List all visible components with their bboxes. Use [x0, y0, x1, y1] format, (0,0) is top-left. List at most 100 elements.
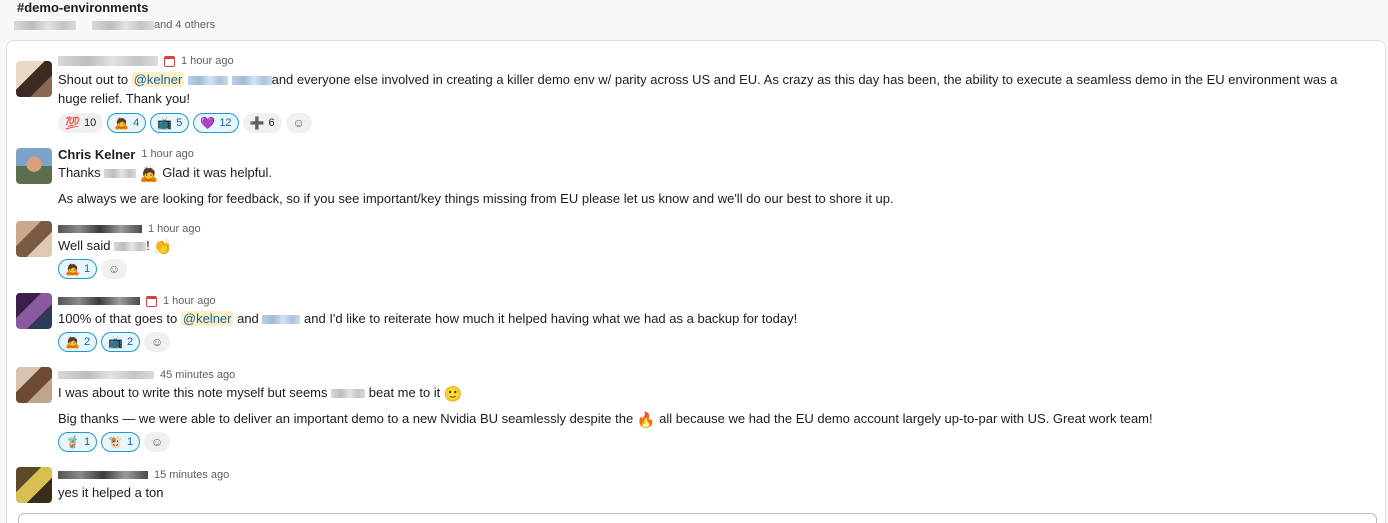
message-text: Thanks: [58, 165, 101, 180]
message: 1 hour ago 100% of that goes to @kelner …: [16, 293, 1376, 355]
author-name-redacted[interactable]: [58, 471, 148, 479]
reaction-count: 10: [83, 117, 97, 129]
reaction-pill[interactable]: 📺 2: [101, 332, 141, 352]
reaction-bar: 💯 10 🙇 4 📺 5 💜 12 ➕ 6 ☺: [58, 113, 312, 133]
reaction-bar: 🧋 1 🐮 1 ☺: [58, 432, 171, 452]
message-text: Well said: [58, 238, 115, 253]
reaction-pill[interactable]: ➕ 6: [242, 113, 282, 133]
message-body: yes it helped a ton: [58, 485, 164, 500]
message: Chris Kelner 1 hour ago Thanks 🙇 Glad it…: [16, 146, 1376, 210]
add-reaction-icon[interactable]: ☺: [101, 259, 128, 279]
reaction-count: 2: [127, 336, 134, 348]
participants-list[interactable]: and 4 others: [14, 19, 215, 31]
reaction-pill[interactable]: 🙇 1: [58, 259, 98, 279]
avatar[interactable]: [16, 293, 52, 329]
add-reaction-icon[interactable]: ☺: [285, 113, 312, 133]
calendar-icon: [146, 295, 157, 307]
mention-redacted[interactable]: [231, 76, 272, 86]
author-name-redacted[interactable]: [58, 56, 158, 66]
reaction-count: 12: [219, 117, 232, 129]
message-text: beat me to it: [368, 385, 444, 400]
message-meta: 1 hour ago: [58, 221, 201, 237]
reaction-pill[interactable]: 💯 10: [58, 113, 104, 133]
message-text: and I'd like to reiterate how much it he…: [300, 311, 798, 326]
add-reaction-icon[interactable]: ☺: [144, 332, 171, 352]
avatar[interactable]: [16, 61, 52, 97]
message: 1 hour ago Shout out to @kelner and ever…: [16, 53, 1376, 139]
reaction-count: 5: [176, 117, 183, 129]
message-meta: Chris Kelner 1 hour ago: [58, 146, 194, 162]
user-mention[interactable]: @kelner: [180, 311, 234, 326]
message-meta: 45 minutes ago: [58, 367, 235, 383]
reaction-count: 4: [133, 117, 140, 129]
message-body-line: Big thanks — we were able to deliver an …: [58, 409, 1153, 428]
avatar[interactable]: [16, 148, 52, 184]
user-mention[interactable]: @kelner: [131, 72, 185, 87]
message-timestamp[interactable]: 45 minutes ago: [160, 369, 235, 381]
participant-name-redacted: [92, 20, 154, 30]
clap-emoji-icon: 👏: [153, 239, 173, 256]
message-text: and: [233, 311, 263, 326]
add-reaction-icon[interactable]: ☺: [144, 432, 171, 452]
mention-redacted[interactable]: [187, 76, 228, 86]
author-name[interactable]: Chris Kelner: [58, 147, 135, 162]
reaction-pill[interactable]: 🙇 2: [58, 332, 98, 352]
message-body: I was about to write this note myself bu…: [58, 383, 463, 402]
author-name-redacted[interactable]: [58, 297, 140, 305]
message-timestamp[interactable]: 1 hour ago: [181, 55, 234, 67]
message: 45 minutes ago I was about to write this…: [16, 367, 1376, 457]
bow-emoji-icon: 🙇: [65, 334, 80, 349]
message-text: Big thanks — we were able to deliver an …: [58, 411, 637, 426]
reaction-pill[interactable]: 💜 12: [193, 113, 239, 133]
message-composer[interactable]: [18, 513, 1377, 523]
message: 15 minutes ago yes it helped a ton: [16, 467, 1376, 507]
avatar[interactable]: [16, 367, 52, 403]
slight-smile-emoji-icon: 🙂: [443, 386, 463, 403]
message-meta: 1 hour ago: [58, 293, 216, 309]
bubble-tea-emoji-icon: 🧋: [65, 434, 80, 449]
channel-name[interactable]: #demo-environments: [17, 0, 148, 15]
author-name-redacted[interactable]: [58, 225, 142, 233]
reaction-bar: 🙇 1 ☺: [58, 259, 128, 279]
reaction-count: 2: [83, 336, 91, 348]
message-body-line: As always we are looking for feedback, s…: [58, 191, 894, 206]
cow-emoji-icon: 🐮: [108, 434, 124, 449]
hundred-emoji-icon: 💯: [65, 115, 80, 130]
plus-emoji-icon: ➕: [249, 115, 265, 130]
reaction-pill[interactable]: 🙇 4: [107, 113, 147, 133]
reaction-count: 1: [83, 263, 91, 275]
channel-header: #demo-environments and 4 others: [0, 0, 1388, 40]
message-body: Well said ! 👏: [58, 236, 172, 255]
avatar[interactable]: [16, 221, 52, 257]
bow-emoji-icon: 🙇: [65, 261, 80, 276]
calendar-icon: [164, 55, 175, 67]
name-redacted: [104, 169, 137, 179]
reaction-pill[interactable]: 🧋 1: [58, 432, 98, 452]
message-meta: 15 minutes ago: [58, 467, 229, 483]
message-timestamp[interactable]: 1 hour ago: [148, 223, 201, 235]
message-text: Glad it was helpful.: [158, 165, 273, 180]
purple-heart-emoji-icon: 💜: [200, 115, 216, 130]
message-text: Shout out to: [58, 72, 132, 87]
name-redacted: [331, 389, 366, 399]
message-meta: 1 hour ago: [58, 53, 234, 69]
thread-pane: 1 hour ago Shout out to @kelner and ever…: [6, 40, 1386, 523]
message-timestamp[interactable]: 15 minutes ago: [154, 469, 229, 481]
message-text: I was about to write this note myself bu…: [58, 385, 332, 400]
reaction-count: 1: [127, 436, 134, 448]
bow-emoji-icon: 🙇: [139, 166, 159, 183]
reaction-pill[interactable]: 🐮 1: [101, 432, 141, 452]
author-name-redacted[interactable]: [58, 371, 154, 379]
message-timestamp[interactable]: 1 hour ago: [163, 295, 216, 307]
avatar[interactable]: [16, 467, 52, 503]
participant-name-redacted: [14, 20, 76, 30]
message-text: all because we had the EU demo account l…: [655, 411, 1153, 426]
message-timestamp[interactable]: 1 hour ago: [141, 148, 194, 160]
bow-emoji-icon: 🙇: [114, 115, 130, 130]
message-text: 100% of that goes to: [58, 311, 181, 326]
tv-emoji-icon: 📺: [157, 115, 173, 130]
message-body: Thanks 🙇 Glad it was helpful.: [58, 163, 272, 182]
reaction-pill[interactable]: 📺 5: [150, 113, 190, 133]
name-redacted: [114, 242, 147, 252]
mention-redacted[interactable]: [262, 315, 301, 325]
